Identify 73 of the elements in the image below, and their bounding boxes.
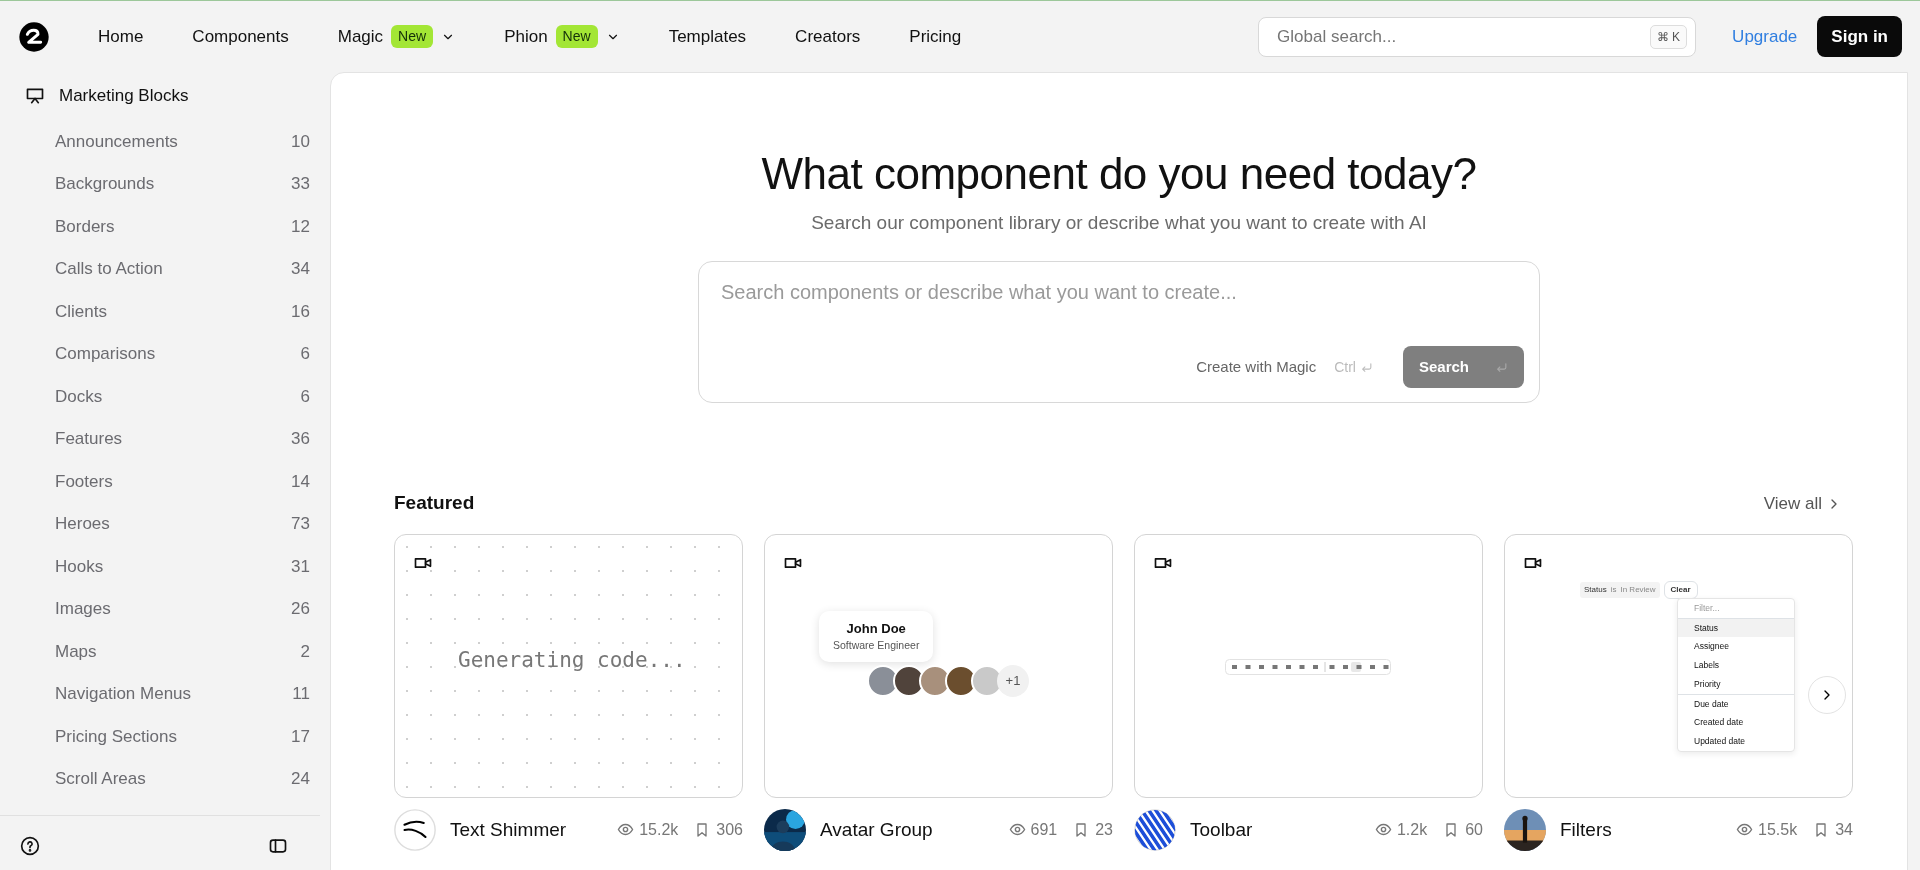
section-title: Marketing Blocks — [59, 85, 189, 108]
nav-link[interactable]: Templates — [668, 23, 747, 50]
save-count: 306 — [716, 819, 743, 840]
logo-icon[interactable] — [18, 20, 50, 53]
page-subtitle: Search our component library or describe what you want to create with AI — [811, 210, 1427, 235]
nav-link[interactable]: Pricing — [909, 23, 962, 50]
upgrade-link[interactable]: Upgrade — [1732, 23, 1798, 50]
more-count: +1 — [997, 664, 1029, 697]
magic-link[interactable]: Create with Magic — [1196, 355, 1317, 379]
sidebar-item[interactable]: Hooks 31 — [0, 545, 330, 588]
preview-panel[interactable]: Status is In Review Clear Filter... Status Assignee Labels Priority Due date Created date Updated date — [1504, 533, 1853, 798]
preview-panel[interactable]: John Doe Software Engineer +1 — [764, 533, 1113, 798]
sidebar-item[interactable]: Backgrounds 33 — [0, 162, 330, 205]
sign-in-button[interactable]: Sign in — [1817, 15, 1902, 58]
view-count: 15.2k — [639, 819, 679, 840]
sidebar-item[interactable]: Features 36 — [0, 417, 330, 460]
sidebar-item[interactable]: Comparisons 6 — [0, 332, 330, 375]
view-count: 1.2k — [1396, 819, 1428, 840]
filter-chip[interactable]: Status is In Review — [1580, 581, 1660, 598]
sidebar-item[interactable]: Pricing Sections 17 — [0, 715, 330, 758]
sidebar-item[interactable]: Announcements 10 — [0, 120, 330, 163]
sidebar-item[interactable]: Maps 2 — [0, 630, 330, 673]
sidebar-item[interactable]: Footers 14 — [0, 460, 330, 503]
sidebar-item[interactable]: Images 26 — [0, 587, 330, 630]
save-count: 23 — [1095, 819, 1113, 840]
search-field[interactable]: Global search... ⌘ K — [1258, 16, 1697, 57]
person-role: Software Engineer — [833, 638, 920, 654]
nav-link[interactable]: Components — [192, 23, 289, 50]
menu-item[interactable]: Due date — [1678, 694, 1794, 714]
shimmer-logo-icon — [394, 808, 436, 851]
menu-item[interactable]: Assignee — [1678, 637, 1794, 657]
new-badge: New — [391, 25, 434, 48]
search-box[interactable]: Search components or describe what you want to create... Create with Magic Ctrl Search — [698, 261, 1540, 404]
striped-logo-icon — [1134, 808, 1176, 851]
search-button[interactable]: Search — [1402, 345, 1524, 389]
new-badge: New — [555, 25, 598, 48]
sidebar-item[interactable]: Heroes 73 — [0, 502, 330, 545]
sidebar-item[interactable]: Borders 12 — [0, 205, 330, 248]
sidebar-item[interactable]: Docks 6 — [0, 375, 330, 418]
sidebar-item[interactable]: Scroll Areas 24 — [0, 757, 330, 800]
presentation-icon — [25, 86, 45, 106]
enter-icon — [1495, 360, 1508, 374]
component-name[interactable]: Avatar Group — [820, 815, 933, 845]
nav-link[interactable]: Home — [98, 23, 144, 50]
menu-item[interactable]: Updated date — [1678, 732, 1794, 751]
view-count: 691 — [1030, 819, 1058, 840]
menu-item[interactable]: Priority — [1678, 674, 1794, 694]
menu-item[interactable]: Created date — [1678, 713, 1794, 733]
save-count: 60 — [1465, 819, 1483, 840]
shortcut-hint: Ctrl — [1334, 357, 1356, 377]
sidebar-toggle-icon[interactable] — [268, 836, 288, 856]
menu-item[interactable]: Labels — [1678, 656, 1794, 675]
help-icon[interactable] — [20, 836, 40, 856]
view-count: 15.5k — [1758, 819, 1798, 840]
person-name: John Doe — [845, 619, 907, 638]
view-all-link[interactable]: View all — [1763, 490, 1842, 517]
nav-link[interactable]: Creators — [795, 23, 861, 50]
section-heading: Featured — [394, 491, 475, 516]
save-count: 34 — [1835, 819, 1853, 840]
page-heading: What component do you need today? — [761, 148, 1477, 200]
nav-link[interactable]: Magic New — [337, 23, 456, 50]
component-name[interactable]: Toolbar — [1190, 815, 1253, 845]
nav-link[interactable]: Phion New — [504, 23, 620, 50]
preview-panel[interactable]: Generating code... — [394, 533, 743, 798]
sidebar-item[interactable]: Navigation Menus 11 — [0, 672, 330, 715]
shimmer-text: Generating code... — [458, 646, 686, 674]
enter-icon — [1359, 360, 1373, 374]
shortcut-hint: ⌘ K — [1649, 24, 1688, 49]
sidebar-item[interactable]: Calls to Action 34 — [0, 247, 330, 290]
sidebar-item[interactable]: Clients 16 — [0, 290, 330, 333]
search-input[interactable]: Global search... — [1275, 22, 1650, 51]
component-name[interactable]: Text Shimmer — [450, 815, 567, 845]
component-name[interactable]: Filters — [1560, 815, 1612, 845]
